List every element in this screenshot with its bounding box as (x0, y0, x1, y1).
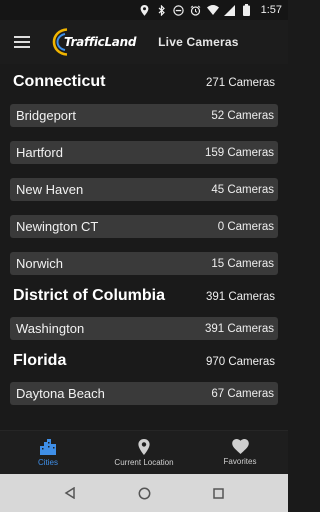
recents-square-icon (212, 487, 224, 499)
heart-icon (231, 439, 249, 454)
city-count: 391 Cameras (204, 322, 274, 335)
nav-label: Cities (37, 457, 58, 467)
location-icon (139, 4, 151, 16)
city-name: Daytona Beach (16, 386, 105, 401)
city-name: Bridgeport (16, 108, 76, 123)
section-header-florida: Florida 970 Cameras (0, 352, 288, 382)
battery-icon (241, 4, 253, 16)
city-row-new-haven[interactable]: New Haven 45 Cameras (10, 178, 278, 201)
hamburger-icon (14, 36, 30, 48)
home-circle-icon (138, 487, 150, 499)
recents-button[interactable] (210, 485, 226, 501)
location-pin-icon (138, 438, 150, 455)
dnd-icon (173, 4, 185, 16)
city-row-norwich[interactable]: Norwich 15 Cameras (10, 252, 278, 275)
section-name: District of Columbia (13, 287, 166, 304)
bluetooth-icon (156, 4, 168, 16)
section-header-district-of-columbia: District of Columbia 391 Cameras (0, 287, 288, 317)
city-count: 45 Cameras (211, 183, 274, 196)
nav-tab-cities[interactable]: Cities (0, 431, 96, 474)
city-count: 67 Cameras (211, 387, 274, 400)
city-count: 0 Cameras (217, 220, 274, 233)
city-row-newington-ct[interactable]: Newington CT 0 Cameras (10, 215, 278, 238)
wifi-icon (206, 4, 219, 16)
page-title: Live Cameras (158, 35, 239, 49)
city-name: Newington CT (16, 219, 99, 234)
logo-text: TrafficLand (64, 35, 137, 49)
section-count: 970 Cameras (205, 356, 275, 368)
city-row-bridgeport[interactable]: Bridgeport 52 Cameras (10, 104, 278, 127)
nav-tab-favorites[interactable]: Favorites (192, 431, 288, 474)
system-nav-bar (0, 474, 288, 512)
section-header-connecticut: Connecticut 271 Cameras (0, 73, 288, 103)
app-header: TrafficLand Live Cameras (0, 20, 288, 64)
city-name: Norwich (16, 256, 63, 271)
nav-tab-current-location[interactable]: Current Location (96, 431, 192, 474)
back-button[interactable] (62, 485, 78, 501)
home-button[interactable] (136, 485, 152, 501)
section-count: 391 Cameras (205, 291, 275, 303)
menu-button[interactable] (0, 20, 44, 64)
city-row-washington[interactable]: Washington 391 Cameras (10, 317, 278, 340)
section-count: 271 Cameras (205, 77, 275, 89)
city-name: Washington (16, 321, 85, 336)
section-name: Florida (13, 352, 67, 369)
city-count: 159 Cameras (204, 146, 274, 159)
nav-label: Current Location (114, 457, 174, 467)
alarm-icon (190, 4, 202, 16)
section-name: Connecticut (13, 73, 106, 90)
city-name: Hartford (16, 145, 63, 160)
city-count: 52 Cameras (211, 109, 274, 122)
bottom-nav: Cities Current Location Favorites (0, 430, 288, 474)
city-row-hartford[interactable]: Hartford 159 Cameras (10, 141, 278, 164)
city-list[interactable]: Connecticut 271 Cameras Bridgeport 52 Ca… (0, 64, 288, 430)
signal-icon (224, 4, 236, 16)
trafficland-logo: TrafficLand (52, 27, 137, 57)
city-row-daytona-beach[interactable]: Daytona Beach 67 Cameras (10, 382, 278, 405)
city-name: New Haven (16, 182, 84, 197)
city-icon (40, 438, 56, 455)
city-count: 15 Cameras (211, 257, 274, 270)
status-bar: 1:57 (0, 0, 288, 20)
nav-label: Favorites (223, 457, 257, 466)
back-triangle-icon (64, 487, 75, 499)
clock: 1:57 (260, 4, 282, 16)
